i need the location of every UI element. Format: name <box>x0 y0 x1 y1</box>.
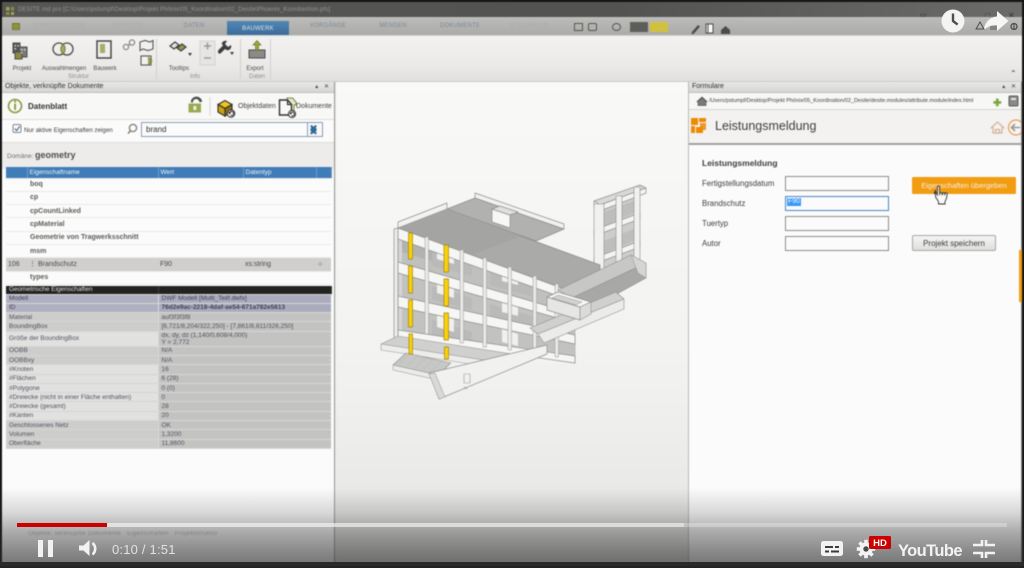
svg-text:YouTube: YouTube <box>898 542 962 560</box>
svg-text:HD: HD <box>873 538 887 549</box>
